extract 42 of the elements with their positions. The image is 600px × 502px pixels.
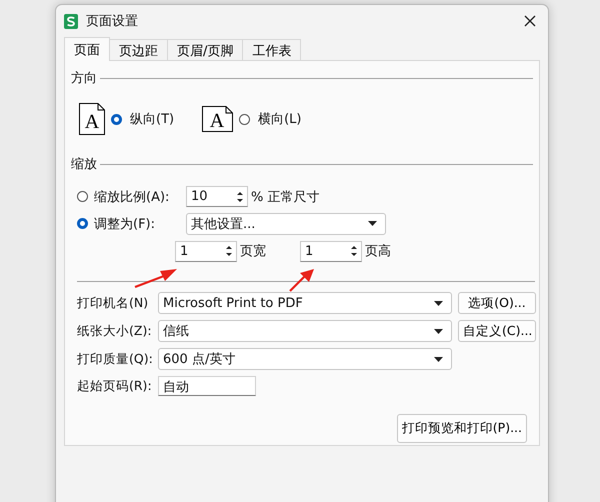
caret-icon xyxy=(368,221,377,226)
section-title: 方向 xyxy=(71,70,97,87)
number-spinner[interactable]: 1 xyxy=(175,240,237,262)
number-spinner[interactable]: 1 xyxy=(300,240,362,262)
radio-button[interactable] xyxy=(77,218,88,229)
input-field[interactable]: 自动 xyxy=(158,376,256,396)
field-label: 打印机名(N) xyxy=(77,294,150,312)
tab[interactable]: 页面 xyxy=(64,37,110,61)
close-icon[interactable] xyxy=(524,15,536,27)
dialog-button[interactable]: 自定义(C)... xyxy=(458,320,536,342)
caret-icon xyxy=(434,300,443,306)
radio-label: 调整为(F): xyxy=(94,216,156,232)
annotation-arrow xyxy=(134,268,178,288)
field-unit: 页宽 xyxy=(240,243,266,260)
radio-label: 横向(L) xyxy=(258,111,302,128)
section-title: 缩放 xyxy=(71,156,97,173)
print-preview-button[interactable]: 打印预览和打印(P)... xyxy=(396,414,527,443)
dialog-button[interactable]: 选项(O)... xyxy=(458,292,536,314)
dropdown[interactable]: 信纸 xyxy=(158,320,452,342)
dropdown[interactable]: 其他设置... xyxy=(186,212,386,234)
number-spinner[interactable]: 10 xyxy=(186,186,248,207)
field-suffix: % 正常尺寸 xyxy=(251,188,320,206)
radio-label: 缩放比例(A): xyxy=(94,188,170,206)
tab[interactable]: 工作表 xyxy=(242,39,302,61)
field-label: 纸张大小(Z): xyxy=(77,322,152,340)
dropdown[interactable]: 600 点/英寸 xyxy=(158,348,452,370)
spin-arrows-icon[interactable] xyxy=(236,190,244,204)
radio-label: 纵向(T) xyxy=(130,111,174,128)
field-unit: 页高 xyxy=(365,243,391,260)
field-label: 起始页码(R): xyxy=(77,378,152,394)
app-icon xyxy=(64,14,78,28)
radio-button[interactable] xyxy=(111,114,122,124)
caret-icon xyxy=(434,356,443,362)
window-title: 页面设置 xyxy=(86,13,138,30)
radio-button[interactable] xyxy=(239,114,250,124)
spin-arrows-icon[interactable] xyxy=(225,244,233,258)
annotation-arrow xyxy=(289,268,315,292)
radio-button[interactable] xyxy=(77,191,88,202)
dropdown[interactable]: Microsoft Print to PDF xyxy=(158,292,452,314)
spin-arrows-icon[interactable] xyxy=(350,244,358,258)
field-label: 打印质量(Q): xyxy=(77,350,152,368)
caret-icon xyxy=(434,328,443,334)
